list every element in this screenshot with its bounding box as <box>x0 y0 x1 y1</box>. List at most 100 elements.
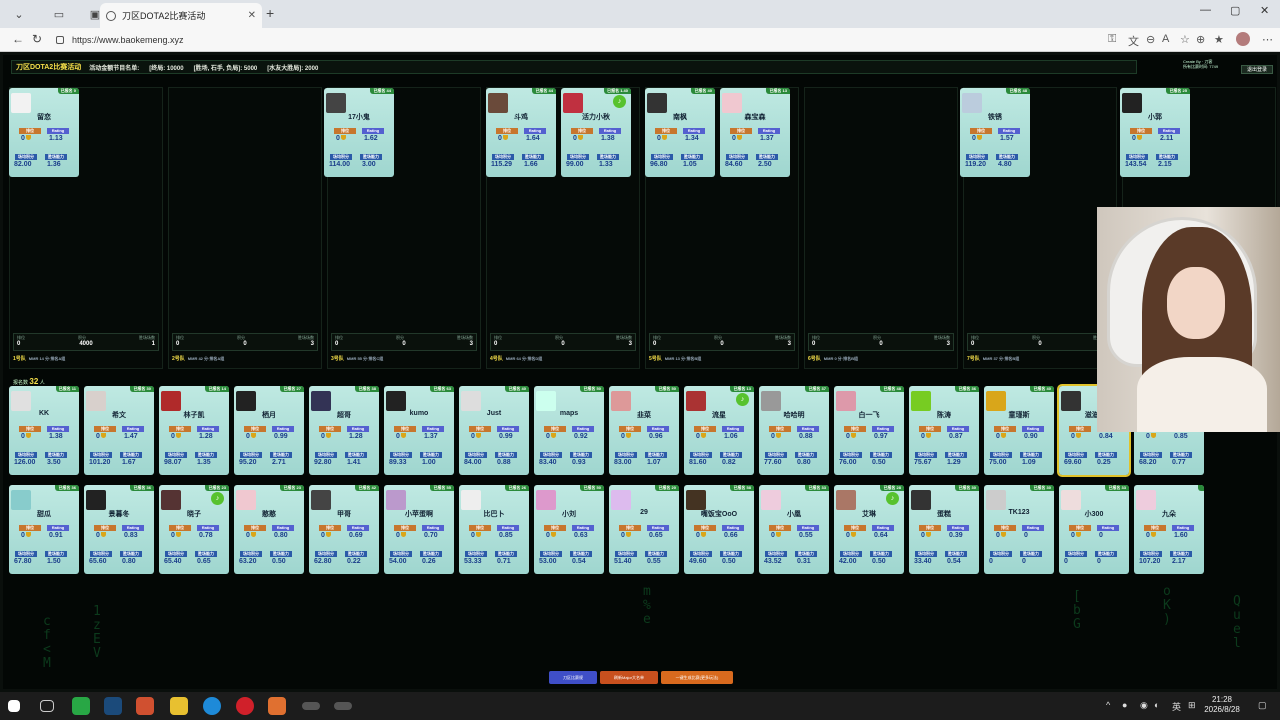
taskbar-app-icon[interactable] <box>302 702 320 710</box>
player-card[interactable]: 已报名 30 蛋糕 排位 Rating 0 0.39 场均积分 胜场能力 33.40 0.54 <box>909 485 979 574</box>
player-card[interactable]: 已报名 23 ♪ 晓子 排位 Rating 0 0.78 场均积分 胜场能力 65.40 0.65 <box>159 485 229 574</box>
minimize-icon[interactable]: — <box>1200 4 1211 16</box>
win-ability-value: 0.54 <box>572 558 586 565</box>
notification-icon[interactable]: ▢ <box>1258 700 1267 711</box>
tray-lang-icon[interactable]: ⊞ <box>1188 700 1196 711</box>
player-card[interactable]: 九朵 排位 Rating 0 1.60 场均积分 胜场能力 107.20 2.17 <box>1134 485 1204 574</box>
player-card[interactable]: 已报名 50 小刘 排位 Rating 0 0.63 场均积分 胜场能力 53.00 0.54 <box>534 485 604 574</box>
close-tab-icon[interactable]: ✕ <box>248 10 256 21</box>
player-card[interactable]: 已报名 20 29 排位 Rating 0 0.65 场均积分 胜场能力 51.40 0.55 <box>609 485 679 574</box>
win-ability-label: 胜场能力 <box>1095 551 1117 557</box>
tab-menu-chevron-icon[interactable]: ⌄ <box>8 3 30 25</box>
rank-label: 排位 <box>844 525 866 531</box>
tray-chevron-icon[interactable]: ^ <box>1106 700 1110 710</box>
team-label: 3号队 MMR 55 分·排名C组 <box>331 355 383 362</box>
player-card[interactable]: 已报名 11 KK 排位 Rating 0 1.38 场均积分 胜场能力 126.00 3.50 <box>9 386 79 475</box>
bottom-button[interactable]: 刀区比赛规 <box>549 671 597 684</box>
key-icon[interactable]: ⚿ <box>1108 33 1116 46</box>
back-arrow-icon[interactable]: ← <box>12 32 24 46</box>
player-card[interactable]: 已报名 26 比巴卜 排位 Rating 0 0.85 场均积分 胜场能力 53.33 0.71 <box>459 485 529 574</box>
more-icon[interactable]: ⋯ <box>1262 33 1273 46</box>
task-view-icon[interactable] <box>40 700 54 712</box>
player-card[interactable]: 已报名 50 韭菜 排位 Rating 0 0.96 场均积分 胜场能力 83.00 1.07 <box>609 386 679 475</box>
avg-score-value: 51.40 <box>614 558 632 565</box>
profile-avatar[interactable] <box>1236 32 1250 46</box>
player-card[interactable]: 已报名 40 Just 排位 Rating 0 0.99 场均积分 胜场能力 84.00 0.88 <box>459 386 529 475</box>
rank-number: 0 <box>21 433 25 440</box>
win-ability-value: 0.80 <box>122 558 136 565</box>
taskbar-app-icon[interactable] <box>170 697 188 715</box>
player-card[interactable]: 已报名 13 森宝森 排位 Rating 0 1.37 场均积分 胜场能力 84.60 2.50 <box>720 88 790 177</box>
player-card[interactable]: 已报名 30 希文 排位 Rating 0 1.47 场均积分 胜场能力 101.20 1.67 <box>84 386 154 475</box>
logout-button[interactable]: 退出登录 <box>1241 65 1273 74</box>
player-card[interactable]: 已报名 48 白一飞 排位 Rating 0 0.97 场均积分 胜场能力 76.00 0.50 <box>834 386 904 475</box>
ime-indicator[interactable]: 英 <box>1172 700 1181 713</box>
player-card[interactable]: 已报名 0 留恋 排位 Rating 0 1.13 场均积分 胜场能力 82.00 1.36 <box>9 88 79 177</box>
player-card[interactable]: 已报名 33 小300 排位 Rating 0 0 场均积分 胜场能力 0 0 <box>1059 485 1129 574</box>
player-card[interactable]: 已报名 42 甲哥 排位 Rating 0 0.69 场均积分 胜场能力 62.80 0.22 <box>309 485 379 574</box>
netease-music-icon[interactable] <box>236 697 254 715</box>
taskbar-app-icon[interactable] <box>136 697 154 715</box>
player-card[interactable]: 已报名 40 南枫 排位 Rating 0 1.34 场均积分 胜场能力 96.80 1.05 <box>645 88 715 177</box>
bottom-button[interactable]: 一键生成比赛(更多玩法) <box>661 671 733 684</box>
url-field[interactable]: https://www.baokemeng.xyz <box>56 31 1096 49</box>
maximize-icon[interactable]: ▢ <box>1230 4 1240 17</box>
player-card[interactable]: 已报名 27 栖月 排位 Rating 0 0.99 场均积分 胜场能力 95.20 2.71 <box>234 386 304 475</box>
player-card[interactable]: 已报名 13 ♪ 流星 排位 Rating 0 1.06 场均积分 胜场能力 81.60 0.82 <box>684 386 754 475</box>
player-card[interactable]: 已报名 14 林子凯 排位 Rating 0 1.28 场均积分 胜场能力 98.07 1.35 <box>159 386 229 475</box>
signup-tag: 已报名 36 <box>130 485 154 491</box>
player-card[interactable]: 已报名 58 嘴饭宝OoO 排位 Rating 0 0.66 场均积分 胜场能力 49.60 0.… <box>684 485 754 574</box>
team-column[interactable] <box>804 87 958 369</box>
player-card[interactable]: 已报名 36 甜瓜 排位 Rating 0 0.91 场均积分 胜场能力 67.80 1.50 <box>9 485 79 574</box>
player-card[interactable]: 已报名 37 哈哈明 排位 Rating 0 0.88 场均积分 胜场能力 77.60 0.80 <box>759 386 829 475</box>
tray-app-icon[interactable]: ● <box>1122 700 1127 710</box>
player-card[interactable]: 已报名 50 maps 排位 Rating 0 0.92 场均积分 胜场能力 83.40 0.93 <box>534 386 604 475</box>
team-sub: MMR 64 分·排名D组 <box>505 356 543 361</box>
refresh-icon[interactable]: ↻ <box>32 32 42 46</box>
player-card[interactable]: 已报名 63 kumo 排位 Rating 0 1.37 场均积分 胜场能力 89.33 1.00 <box>384 386 454 475</box>
rating-value: 0.80 <box>274 532 288 539</box>
bottom-button[interactable]: 刷新Major大名单 <box>600 671 658 684</box>
taskbar-app-icon[interactable] <box>268 697 286 715</box>
rank-number: 0 <box>321 433 325 440</box>
star-icon[interactable]: ☆ <box>1180 33 1190 46</box>
player-card[interactable]: 已报名 36 景暮冬 排位 Rating 0 0.83 场均积分 胜场能力 65.60 0.80 <box>84 485 154 574</box>
favorites-icon[interactable]: ★ <box>1214 33 1224 46</box>
player-card[interactable]: 已报名 38 超哥 排位 Rating 0 1.28 场均积分 胜场能力 92.80 1.41 <box>309 386 379 475</box>
read-aloud-icon[interactable]: A <box>1162 33 1169 45</box>
rating-label: Rating <box>197 426 219 432</box>
rating-label: Rating <box>599 128 621 134</box>
rating-value: 0.64 <box>874 532 888 539</box>
zoom-icon[interactable]: ⊖ <box>1146 33 1155 46</box>
close-window-icon[interactable]: ✕ <box>1260 4 1269 17</box>
tray-network-icon[interactable]: ◉ <box>1140 700 1148 711</box>
player-card[interactable]: 已报名 36 陈涛 排位 Rating 0 0.87 场均积分 胜场能力 75.67 1.29 <box>909 386 979 475</box>
windows-start-icon[interactable] <box>8 700 20 712</box>
player-name: 比巴卜 <box>483 511 505 518</box>
browser-tab[interactable]: 刀区DOTA2比赛活动 ✕ <box>100 3 262 28</box>
tab-list-icon[interactable]: ▭ <box>48 3 70 25</box>
new-tab-plus-icon[interactable]: + <box>266 5 274 21</box>
steam-icon[interactable] <box>104 697 122 715</box>
player-name: 晓子 <box>187 511 201 518</box>
avg-score-label: 场均积分 <box>651 154 673 160</box>
player-card[interactable]: 已报名 23 憨憨 排位 Rating 0 0.80 场均积分 胜场能力 63.20 0.50 <box>234 485 304 574</box>
extensions-icon[interactable]: ⊕ <box>1196 33 1205 46</box>
taskbar-app-icon[interactable] <box>72 697 90 715</box>
edge-icon[interactable] <box>203 697 221 715</box>
taskbar-app-icon[interactable] <box>334 702 352 710</box>
player-card[interactable]: 已报名 25 小郭 排位 Rating 0 2.11 场均积分 胜场能力 143.54 2.15 <box>1120 88 1190 177</box>
player-card[interactable]: 已报名 44 斗鸡 排位 Rating 0 1.64 场均积分 胜场能力 115.29 1.66 <box>486 88 556 177</box>
player-card[interactable]: 已报名 44 17小鬼 排位 Rating 0 1.62 场均积分 胜场能力 114.00 3.0… <box>324 88 394 177</box>
player-card[interactable]: 已报名 28 ♪ 艾琳 排位 Rating 0 0.64 场均积分 胜场能力 42.00 0.50 <box>834 485 904 574</box>
player-card[interactable]: 已报名 40 童瑾斯 排位 Rating 0 0.90 场均积分 胜场能力 75.00 1.09 <box>984 386 1054 475</box>
player-card[interactable]: 已报名 1.40 ♪ 活力小秋 排位 Rating 0 1.38 场均积分 胜场能力 99.00 1… <box>561 88 631 177</box>
team-column[interactable] <box>168 87 322 369</box>
win-ability-value: 1.09 <box>1022 459 1036 466</box>
translate-icon[interactable]: 文 <box>1128 33 1139 49</box>
tray-volume-icon[interactable]: ◐ <box>1154 700 1159 710</box>
player-card[interactable]: 已报名 55 小苹蛋啊 排位 Rating 0 0.70 场均积分 胜场能力 54.00 0.26 <box>384 485 454 574</box>
player-card[interactable]: 已报名 33 小凰 排位 Rating 0 0.55 场均积分 胜场能力 43.52 0.31 <box>759 485 829 574</box>
player-card[interactable]: 已报名 48 铁锈 排位 Rating 0 1.57 场均积分 胜场能力 119.20 4.80 <box>960 88 1030 177</box>
player-card[interactable]: 已报名 30 TK123 排位 Rating 0 0 场均积分 胜场能力 0 0 <box>984 485 1054 574</box>
